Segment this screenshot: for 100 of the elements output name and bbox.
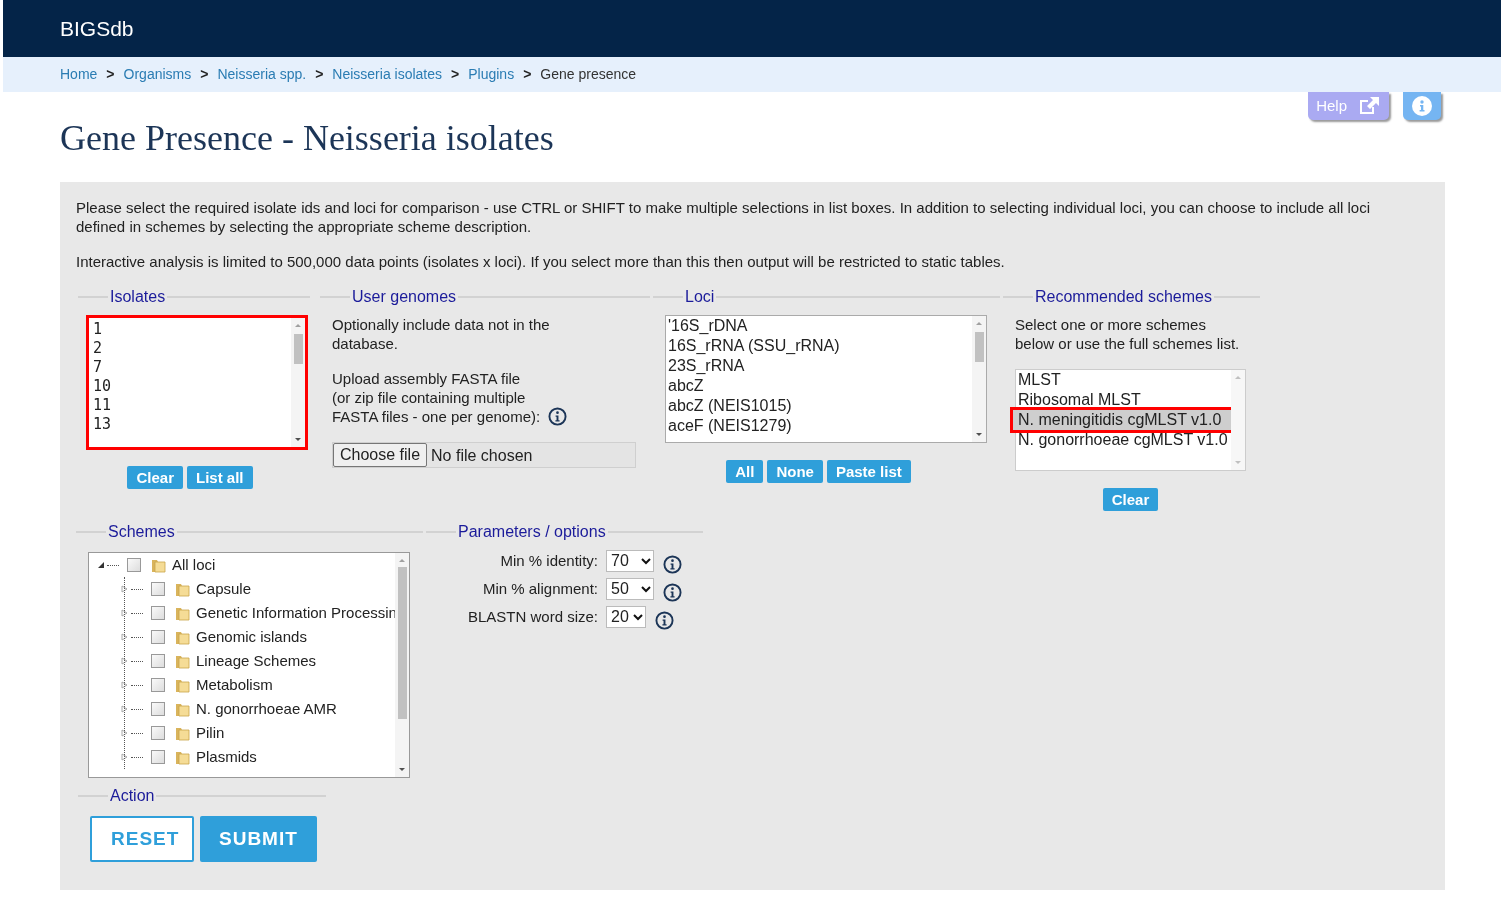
recommended-schemes-note: Select one or more schemes below or use the full schemes list. bbox=[1015, 315, 1241, 353]
locus-option[interactable]: aceF (NEIS1279) bbox=[668, 416, 972, 436]
folder-icon bbox=[151, 557, 167, 573]
intro-text: Interactive analysis is limited to 500,000 data points (isolates x loci). If you select more than this then output will be restricted to static tables. bbox=[76, 252, 1006, 271]
folder-icon bbox=[175, 653, 191, 669]
info-icon[interactable] bbox=[548, 407, 568, 426]
folder-icon bbox=[175, 629, 191, 645]
isolate-option[interactable]: 7 bbox=[93, 358, 291, 377]
tree-item-label[interactable]: Genomic islands bbox=[196, 625, 307, 649]
tree-item-label[interactable]: All loci bbox=[172, 553, 216, 577]
breadcrumb-separator: > bbox=[315, 65, 324, 84]
expander-icon[interactable] bbox=[121, 705, 129, 713]
isolate-option[interactable]: 1 bbox=[93, 320, 291, 339]
tree-checkbox[interactable] bbox=[151, 582, 165, 596]
info-icon[interactable] bbox=[663, 554, 682, 574]
external-link-icon bbox=[1357, 96, 1381, 116]
parameter-select[interactable]: 50 bbox=[606, 578, 654, 600]
breadcrumb-link[interactable]: Neisseria isolates bbox=[332, 64, 443, 85]
folder-icon bbox=[175, 749, 191, 765]
section-legend: Schemes bbox=[106, 522, 177, 542]
parameter-label: Min % alignment: bbox=[481, 578, 599, 599]
chevron-down-icon bbox=[641, 585, 651, 593]
breadcrumb-link[interactable]: Home bbox=[60, 64, 98, 85]
scheme-option[interactable]: MLST bbox=[1018, 370, 1231, 390]
tree-checkbox[interactable] bbox=[151, 702, 165, 716]
brand-title[interactable]: BIGSdb bbox=[60, 12, 134, 45]
breadcrumb-current: Gene presence bbox=[540, 65, 637, 84]
locus-option[interactable]: 23S_rRNA bbox=[668, 356, 972, 376]
expander-icon[interactable] bbox=[121, 609, 129, 617]
scrollbar[interactable] bbox=[395, 553, 409, 777]
tree-item-label[interactable]: Metabolism bbox=[196, 673, 273, 697]
isolate-option[interactable]: 13 bbox=[93, 415, 291, 434]
info-icon[interactable] bbox=[663, 582, 682, 602]
user-genomes-note: Optionally include data not in the database. bbox=[332, 315, 551, 353]
parameter-select[interactable]: 70 bbox=[606, 550, 654, 572]
breadcrumb-link[interactable]: Organisms bbox=[123, 64, 192, 85]
tree-item-label[interactable]: Genetic Information Processin bbox=[196, 601, 395, 625]
page-title: Gene Presence - Neisseria isolates bbox=[60, 117, 554, 160]
scroll-thumb[interactable] bbox=[975, 332, 984, 362]
chevron-down-icon bbox=[633, 613, 643, 621]
expander-icon[interactable] bbox=[121, 681, 129, 689]
isolate-option[interactable]: 2 bbox=[93, 339, 291, 358]
choose-file-button[interactable]: Choose file bbox=[333, 443, 428, 467]
scroll-thumb[interactable] bbox=[294, 334, 303, 364]
tree-item-label[interactable]: Plasmids bbox=[196, 745, 257, 769]
scrollbar[interactable] bbox=[291, 318, 305, 447]
upload-instructions: Upload assembly FASTA file (or zip file containing multiple FASTA files - one per genome): bbox=[332, 369, 541, 426]
scroll-thumb[interactable] bbox=[398, 567, 407, 719]
section-legend: Recommended schemes bbox=[1033, 287, 1214, 307]
isolate-option[interactable]: 11 bbox=[93, 396, 291, 415]
scheme-option[interactable]: N. gonorrhoeae cgMLST v1.0 bbox=[1018, 430, 1231, 450]
folder-icon bbox=[175, 725, 191, 741]
tree-checkbox[interactable] bbox=[151, 630, 165, 644]
folder-icon bbox=[175, 605, 191, 621]
tree-item-label[interactable]: Pilin bbox=[196, 721, 225, 745]
expander-icon[interactable] bbox=[121, 585, 129, 593]
isolate-list[interactable]: 1 2 7 10 11 13 bbox=[86, 315, 308, 450]
tree-checkbox[interactable] bbox=[151, 750, 165, 764]
expander-icon[interactable] bbox=[121, 753, 129, 761]
expander-icon[interactable] bbox=[121, 729, 129, 737]
tree-checkbox[interactable] bbox=[127, 558, 141, 572]
breadcrumb-separator: > bbox=[106, 65, 115, 84]
locus-option[interactable]: '16S_rDNA bbox=[668, 316, 972, 336]
tree-checkbox[interactable] bbox=[151, 678, 165, 692]
tree-item-label[interactable]: Capsule bbox=[196, 577, 252, 601]
tree-checkbox[interactable] bbox=[151, 726, 165, 740]
file-input[interactable]: Choose file No file chosen bbox=[332, 442, 636, 468]
info-icon bbox=[1412, 96, 1432, 116]
scrollbar[interactable] bbox=[972, 316, 986, 442]
info-button[interactable] bbox=[1403, 92, 1441, 120]
section-legend: Isolates bbox=[108, 287, 168, 307]
loci-list[interactable]: '16S_rDNA 16S_rRNA (SSU_rRNA) 23S_rRNA abcZ abcZ (NEIS1015) aceF (NEIS1279) bbox=[665, 315, 987, 443]
scheme-option[interactable]: Ribosomal MLST bbox=[1018, 390, 1231, 410]
folder-icon bbox=[175, 581, 191, 597]
info-icon[interactable] bbox=[655, 610, 674, 630]
breadcrumb-separator: > bbox=[200, 65, 209, 84]
scheme-tree[interactable]: All loci Capsule Genetic Information Processin Genomic islands Lineage Schemes Metabolism N. gonorrhoeae AMR Pilin Plasmids bbox=[88, 552, 410, 778]
expander-icon[interactable] bbox=[97, 561, 105, 569]
breadcrumb-separator: > bbox=[451, 65, 460, 84]
section-legend: Parameters / options bbox=[456, 522, 608, 542]
chevron-down-icon bbox=[641, 557, 651, 565]
expander-icon[interactable] bbox=[121, 657, 129, 665]
section-legend: Loci bbox=[683, 287, 717, 307]
folder-icon bbox=[175, 701, 191, 717]
parameter-label: Min % identity: bbox=[499, 550, 599, 571]
locus-option[interactable]: abcZ bbox=[668, 376, 972, 396]
breadcrumb-link[interactable]: Plugins bbox=[468, 64, 515, 85]
file-status: No file chosen bbox=[431, 445, 533, 465]
tree-item-label[interactable]: N. gonorrhoeae AMR bbox=[196, 697, 337, 721]
tree-checkbox[interactable] bbox=[151, 606, 165, 620]
tree-checkbox[interactable] bbox=[151, 654, 165, 668]
section-legend: Action bbox=[108, 786, 157, 806]
breadcrumb-link[interactable]: Neisseria spp. bbox=[217, 64, 307, 85]
locus-option[interactable]: abcZ (NEIS1015) bbox=[668, 396, 972, 416]
folder-icon bbox=[175, 677, 191, 693]
parameter-select[interactable]: 20 bbox=[606, 606, 646, 628]
isolate-option[interactable]: 10 bbox=[93, 377, 291, 396]
expander-icon[interactable] bbox=[121, 633, 129, 641]
locus-option[interactable]: 16S_rRNA (SSU_rRNA) bbox=[668, 336, 972, 356]
tree-item-label[interactable]: Lineage Schemes bbox=[196, 649, 317, 673]
